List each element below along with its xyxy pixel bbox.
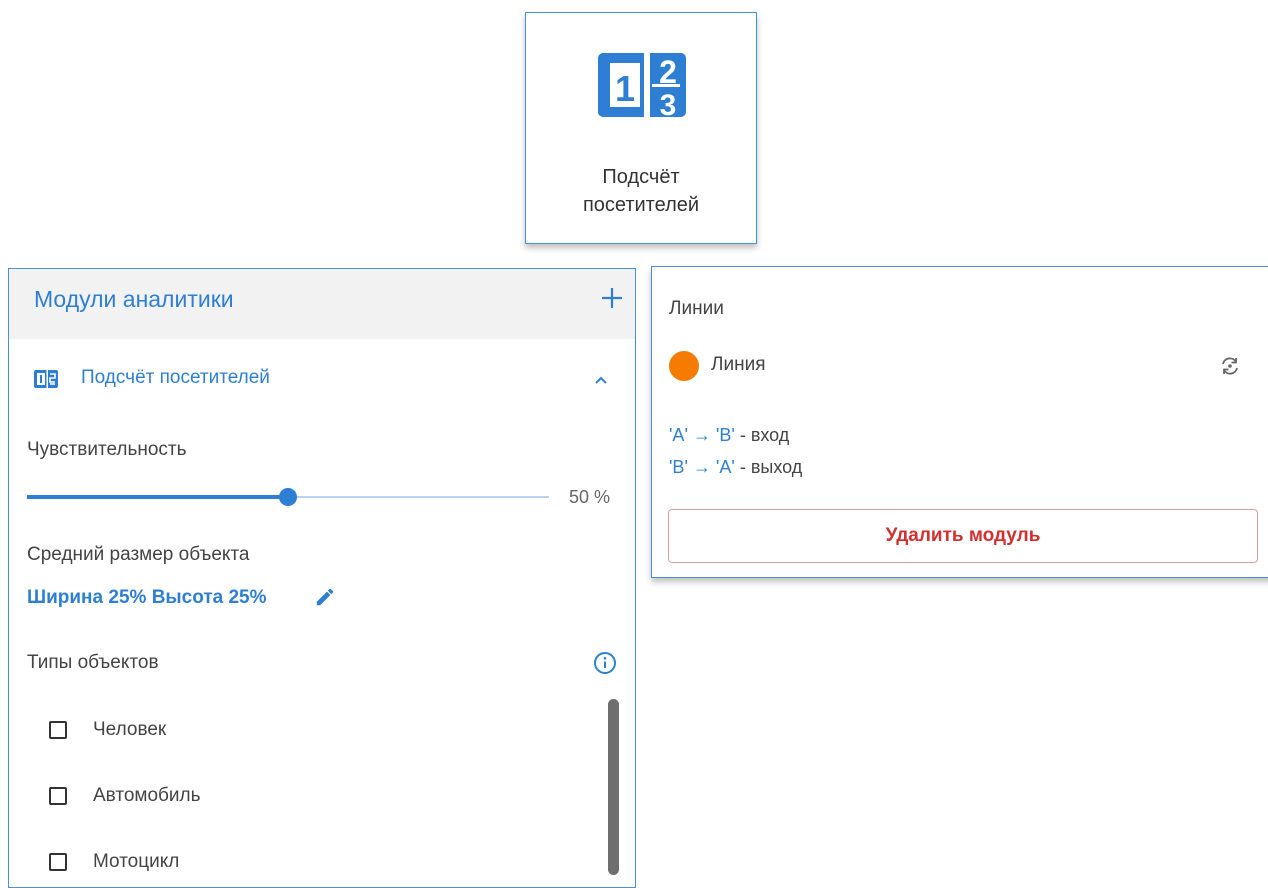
direction-arrow: → bbox=[692, 425, 711, 445]
tile-label-line1: Подсчёт bbox=[602, 166, 680, 188]
object-type-person[interactable]: Человек bbox=[49, 717, 349, 747]
svg-text:1: 1 bbox=[615, 68, 635, 109]
slider-fill bbox=[27, 495, 288, 499]
line-label[interactable]: Линия bbox=[711, 354, 765, 376]
direction-to: 'A' bbox=[715, 457, 735, 477]
counter-12-icon: 1 2 3 bbox=[598, 53, 686, 117]
analytics-modules-panel: Модули аналитики Подсчёт посетителей Чув… bbox=[8, 268, 636, 888]
direction-text: - вход bbox=[739, 425, 790, 445]
swap-direction-icon[interactable] bbox=[1218, 354, 1242, 378]
pencil-icon[interactable] bbox=[314, 586, 336, 608]
checkbox[interactable] bbox=[49, 787, 67, 805]
checkbox-label: Мотоцикл bbox=[93, 851, 180, 872]
tile-label-line2: посетителей bbox=[582, 194, 700, 216]
line-color-dot[interactable] bbox=[669, 351, 699, 381]
module-visitor-counter-header[interactable]: Подсчёт посетителей bbox=[34, 365, 619, 395]
lines-title: Линии bbox=[669, 298, 724, 319]
sensitivity-label: Чувствительность bbox=[27, 439, 187, 460]
lines-panel: Линии Линия 'A' → 'B' - вход 'B' → 'A' -… bbox=[651, 266, 1268, 578]
sensitivity-slider[interactable] bbox=[27, 487, 549, 507]
object-size-label: Средний размер объекта bbox=[27, 544, 250, 565]
direction-to: 'B' bbox=[715, 425, 735, 445]
module-label: Подсчёт посетителей bbox=[81, 367, 270, 388]
panel-header: Модули аналитики bbox=[9, 269, 635, 339]
direction-from: 'B' bbox=[669, 457, 688, 477]
direction-row-in: 'A' → 'B' - вход bbox=[669, 425, 789, 446]
direction-text: - выход bbox=[739, 457, 803, 477]
object-type-motorcycle[interactable]: Мотоцикл bbox=[49, 849, 349, 879]
module-tile-visitor-counter[interactable]: 1 2 3 Подсчёт посетителей bbox=[525, 12, 757, 244]
direction-from: 'A' bbox=[669, 425, 688, 445]
chevron-up-icon[interactable] bbox=[592, 373, 610, 387]
tile-label: Подсчёт посетителей bbox=[526, 163, 756, 219]
checkbox[interactable] bbox=[49, 853, 67, 871]
info-icon[interactable] bbox=[593, 651, 617, 675]
slider-thumb[interactable] bbox=[279, 488, 297, 506]
object-type-car[interactable]: Автомобиль bbox=[49, 783, 349, 813]
direction-arrow: → bbox=[692, 457, 711, 477]
scrollbar-thumb[interactable] bbox=[608, 699, 619, 875]
checkbox-label: Человек bbox=[93, 719, 167, 740]
sensitivity-value: 50 % bbox=[569, 487, 611, 507]
delete-module-button[interactable]: Удалить модуль bbox=[668, 509, 1258, 563]
plus-icon[interactable] bbox=[597, 283, 627, 313]
checkbox[interactable] bbox=[49, 721, 67, 739]
object-types-label: Типы объектов bbox=[27, 652, 159, 673]
panel-title: Модули аналитики bbox=[34, 286, 234, 312]
object-size-value[interactable]: Ширина 25% Высота 25% bbox=[27, 587, 267, 609]
direction-row-out: 'B' → 'A' - выход bbox=[669, 457, 802, 478]
svg-text:3: 3 bbox=[660, 89, 677, 117]
counter-12-icon bbox=[34, 370, 58, 388]
checkbox-label: Автомобиль bbox=[93, 785, 201, 806]
